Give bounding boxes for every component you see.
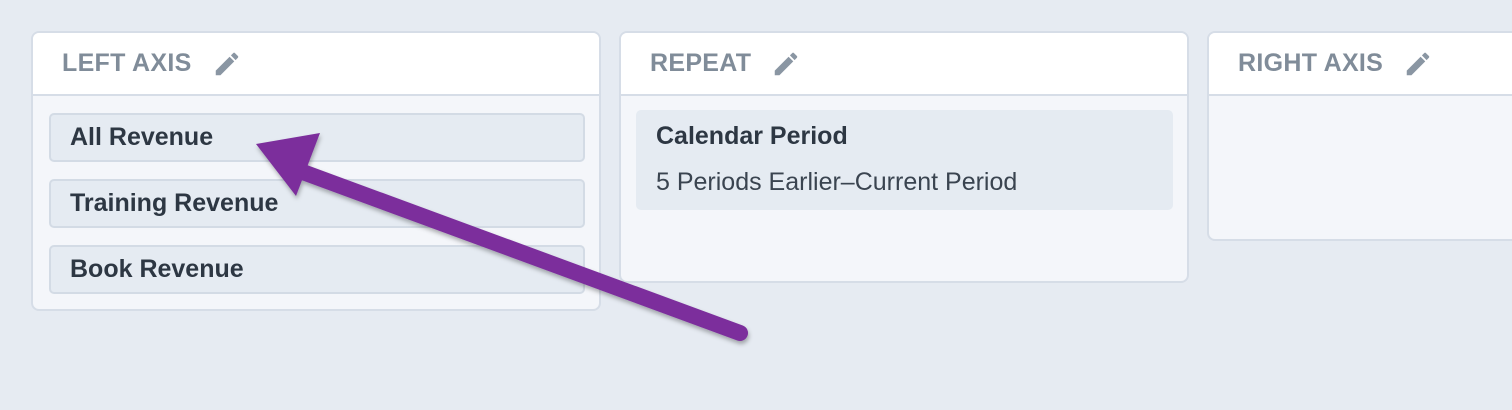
series-item-book-revenue[interactable]: Book Revenue	[49, 245, 585, 294]
series-item-label: Book Revenue	[70, 255, 244, 283]
right-axis-header: RIGHT AXIS	[1209, 33, 1512, 96]
pencil-icon[interactable]	[212, 49, 242, 79]
repeat-title: REPEAT	[650, 49, 752, 77]
left-axis-panel: LEFT AXIS All Revenue Training Revenue B…	[31, 31, 601, 311]
right-axis-panel: RIGHT AXIS	[1207, 31, 1512, 241]
right-axis-title: RIGHT AXIS	[1238, 49, 1384, 77]
calendar-period-title: Calendar Period	[656, 122, 848, 150]
repeat-panel: REPEAT Calendar Period 5 Periods Earlier…	[619, 31, 1189, 283]
calendar-period-card[interactable]: Calendar Period 5 Periods Earlier–Curren…	[636, 110, 1173, 210]
left-axis-header: LEFT AXIS	[33, 33, 599, 96]
series-item-training-revenue[interactable]: Training Revenue	[49, 179, 585, 228]
repeat-header: REPEAT	[621, 33, 1187, 96]
calendar-period-range: 5 Periods Earlier–Current Period	[656, 168, 1018, 196]
chart-series-config: LEFT AXIS All Revenue Training Revenue B…	[0, 0, 1512, 410]
series-item-label: Training Revenue	[70, 189, 279, 217]
pencil-icon[interactable]	[1403, 49, 1433, 79]
series-item-label: All Revenue	[70, 123, 214, 151]
left-axis-title: LEFT AXIS	[62, 49, 192, 77]
series-item-all-revenue[interactable]: All Revenue	[49, 113, 585, 162]
pencil-icon[interactable]	[771, 49, 801, 79]
